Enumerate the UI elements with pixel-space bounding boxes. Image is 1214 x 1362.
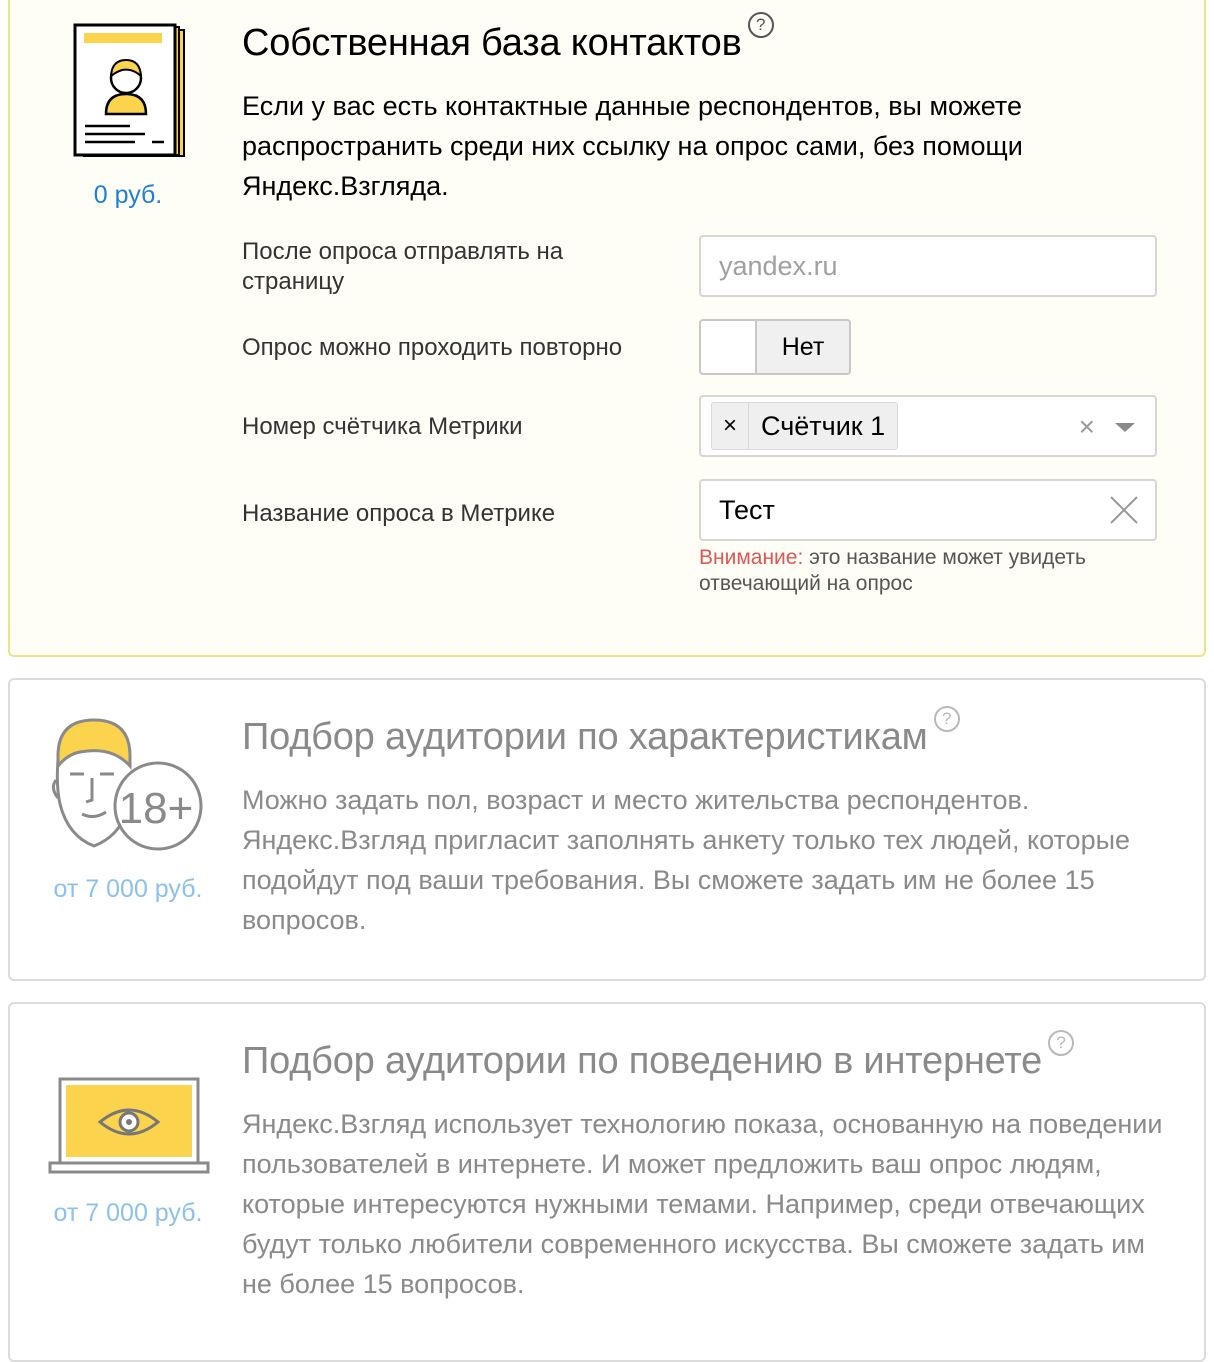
option-title: Подбор аудитории по характеристикам? — [242, 706, 960, 759]
help-icon[interactable]: ? — [747, 12, 774, 38]
toggle-label: Нет — [781, 333, 825, 361]
toggle-knob[interactable] — [701, 321, 757, 373]
person-18plus-icon: 18+ — [50, 716, 210, 861]
repeat-label: Опрос можно проходить повторно — [242, 334, 623, 361]
metrika-name-field[interactable] — [699, 479, 1157, 541]
redirect-input[interactable] — [701, 237, 1117, 295]
option-description: Можно задать пол, возраст и место житель… — [242, 785, 1131, 935]
clear-input-icon[interactable] — [1109, 495, 1139, 530]
repeat-toggle[interactable]: Нет — [699, 319, 851, 375]
option-description: Если у вас есть контактные данные респон… — [242, 91, 1023, 201]
laptop-eye-icon — [48, 1076, 212, 1181]
redirect-field[interactable] — [699, 235, 1157, 297]
option-price: от 7 000 руб. — [53, 875, 203, 903]
option-title: Подбор аудитории по поведению в интернет… — [242, 1030, 1075, 1083]
option-title: Собственная база контактов? — [242, 12, 774, 65]
metrika-name-input[interactable] — [701, 481, 1117, 539]
option-description: Яндекс.Взгляд использует технологию пока… — [242, 1109, 1163, 1299]
redirect-label: После опроса отправлять на страницу — [242, 238, 564, 295]
counter-label: Номер счётчика Метрики — [242, 413, 523, 440]
document-person-icon — [70, 22, 190, 167]
warning-message: Внимание: это название может увидеть отв… — [699, 546, 1086, 595]
chevron-down-icon[interactable] — [1115, 423, 1135, 432]
chip-label: Счётчик 1 — [761, 410, 886, 441]
clear-selection-icon[interactable]: × — [1079, 411, 1095, 443]
help-icon[interactable]: ? — [1048, 1030, 1075, 1056]
option-price: 0 руб. — [93, 181, 163, 209]
metrika-name-label: Название опроса в Метрике — [242, 500, 556, 527]
chip-remove-icon[interactable]: × — [712, 403, 749, 449]
help-icon[interactable]: ? — [933, 706, 960, 732]
age-badge: 18+ — [119, 784, 194, 833]
option-price: от 7 000 руб. — [53, 1199, 203, 1227]
counter-select[interactable]: × Счётчик 1 × — [699, 395, 1157, 457]
counter-chip: × Счётчик 1 — [711, 402, 899, 450]
